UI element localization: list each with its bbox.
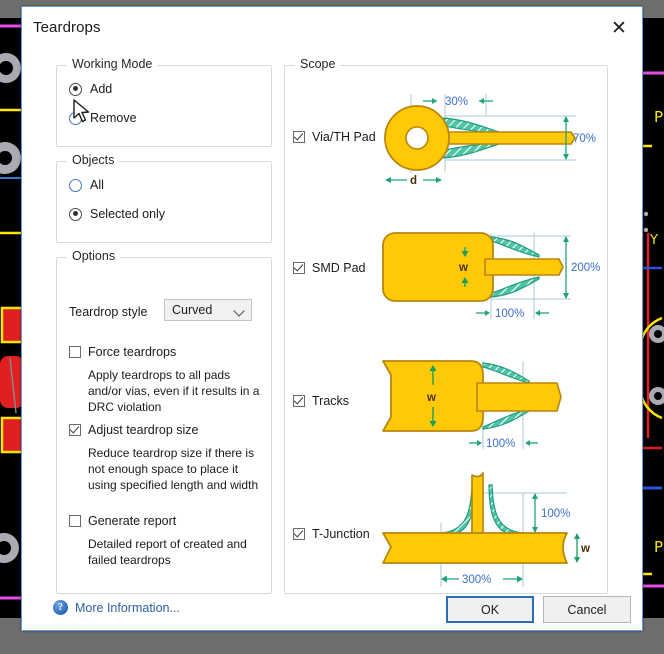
radio-working-mode-add[interactable]: Add	[69, 82, 112, 96]
dimension-300-percent: 300%	[462, 574, 491, 586]
checkbox-label: Generate report	[88, 514, 177, 528]
svg-text:Y: Y	[649, 233, 658, 248]
more-information-link[interactable]: ? More Information...	[53, 600, 180, 615]
force-teardrops-description: Apply teardrops to all pads and/or vias,…	[88, 368, 260, 414]
teardrops-dialog: Teardrops ✕ Working Mode Add Remove Obje…	[21, 6, 643, 631]
via-th-pad-diagram: 30% 70% d	[384, 94, 596, 187]
checkbox-indicator	[293, 395, 305, 407]
radio-objects-selected-only[interactable]: Selected only	[69, 207, 165, 221]
radio-label: Add	[90, 82, 113, 96]
checkbox-tracks[interactable]: Tracks	[293, 394, 349, 408]
radio-label: Remove	[90, 111, 137, 125]
smd-pad-diagram: w 200% 100%	[382, 232, 600, 320]
radio-indicator	[69, 82, 82, 96]
chevron-down-icon	[233, 305, 245, 317]
dimension-30-percent: 30%	[445, 96, 468, 108]
checkbox-smd-pad[interactable]: SMD Pad	[293, 261, 366, 275]
page-title: Teardrops	[33, 19, 101, 36]
checkbox-label: Via/TH Pad	[312, 130, 376, 144]
close-icon[interactable]: ✕	[606, 16, 632, 40]
scope-group: Scope Via/TH Pad 30% 70% d SMD Pad w 200…	[284, 57, 608, 594]
ok-button[interactable]: OK	[446, 596, 534, 623]
checkbox-indicator	[293, 262, 305, 274]
options-group: Options Teardrop style Curved Force tear…	[56, 249, 272, 594]
adjust-teardrop-size-description: Reduce teardrop size if there is not eno…	[88, 446, 259, 492]
more-information-label: More Information...	[75, 600, 180, 615]
dimension-100-percent: 100%	[495, 308, 524, 320]
dimension-d: d	[410, 175, 417, 187]
radio-objects-all[interactable]: All	[69, 178, 104, 192]
dimension-w: w	[426, 392, 436, 404]
dialog-footer: ? More Information... OK Cancel	[22, 589, 642, 631]
options-group-title: Options	[67, 249, 121, 263]
radio-indicator	[69, 178, 82, 192]
svg-text:P: P	[654, 538, 663, 556]
radio-label: All	[90, 178, 104, 192]
dialog-body: Working Mode Add Remove Objects All Sele…	[22, 49, 642, 594]
objects-group: Objects All Selected only	[56, 153, 272, 243]
generate-report-description: Detailed report of created and failed te…	[88, 537, 247, 567]
checkbox-label: Adjust teardrop size	[88, 423, 199, 437]
dimension-100-percent: 100%	[541, 508, 570, 520]
checkbox-label: Tracks	[312, 394, 350, 408]
checkbox-indicator	[293, 131, 305, 143]
t-junction-diagram: 100% w 300%	[382, 472, 590, 587]
checkbox-generate-report[interactable]: Generate report	[69, 514, 176, 528]
dimension-100-percent: 100%	[486, 438, 515, 450]
checkbox-label: SMD Pad	[312, 261, 366, 275]
checkbox-label: Force teardrops	[88, 345, 177, 359]
dimension-w: w	[580, 543, 590, 555]
svg-text:P: P	[654, 108, 663, 126]
teardrop-style-select[interactable]: Curved	[164, 299, 252, 321]
radio-working-mode-remove[interactable]: Remove	[69, 111, 137, 125]
checkbox-indicator	[69, 424, 81, 436]
teardrop-style-label: Teardrop style	[69, 305, 148, 319]
checkbox-indicator	[69, 515, 81, 527]
cancel-button[interactable]: Cancel	[543, 596, 631, 623]
working-mode-group: Working Mode Add Remove	[56, 57, 272, 147]
radio-indicator	[69, 111, 82, 125]
checkbox-indicator	[69, 346, 81, 358]
dimension-70-percent: 70%	[573, 133, 596, 145]
checkbox-label: T-Junction	[312, 527, 370, 541]
radio-label: Selected only	[90, 207, 166, 221]
dialog-title-bar: Teardrops ✕	[22, 7, 642, 49]
working-mode-group-title: Working Mode	[67, 57, 158, 71]
help-icon: ?	[53, 600, 68, 615]
dimension-w: w	[458, 262, 468, 274]
scope-group-title: Scope	[295, 57, 341, 71]
teardrop-style-value: Curved	[172, 303, 213, 317]
tracks-diagram: w 100%	[382, 360, 562, 450]
checkbox-t-junction[interactable]: T-Junction	[293, 527, 370, 541]
dimension-200-percent: 200%	[571, 262, 600, 274]
radio-indicator	[69, 207, 82, 221]
checkbox-via-th-pad[interactable]: Via/TH Pad	[293, 130, 376, 144]
checkbox-force-teardrops[interactable]: Force teardrops	[69, 345, 176, 359]
checkbox-adjust-teardrop-size[interactable]: Adjust teardrop size	[69, 423, 198, 437]
checkbox-indicator	[293, 528, 305, 540]
objects-group-title: Objects	[67, 153, 120, 167]
